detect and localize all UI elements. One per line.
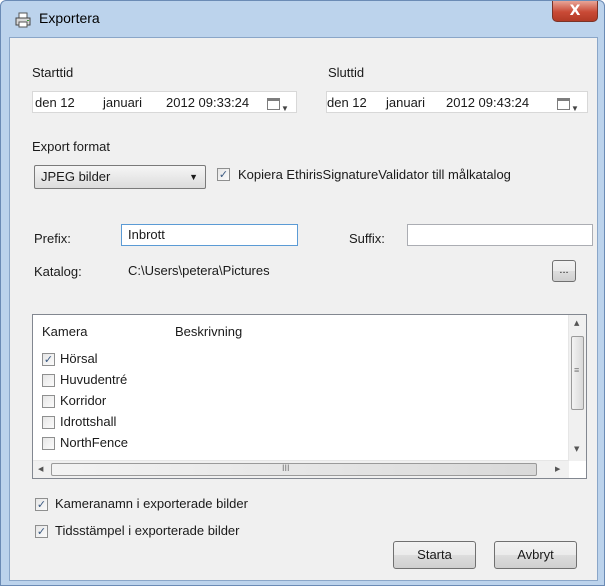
suffix-input[interactable] (407, 224, 593, 246)
export-dialog: Exportera X Starttid den 12 januari 2012… (0, 0, 605, 586)
vertical-scroll-thumb[interactable]: ≡ (571, 336, 584, 410)
horizontal-scroll-thumb[interactable]: III (51, 463, 537, 476)
end-year-time[interactable]: 2012 09:43:24 (446, 92, 529, 114)
copy-validator-label: Kopiera EthirisSignatureValidator till m… (238, 167, 511, 182)
camera-name: Idrottshall (60, 414, 117, 429)
start-button[interactable]: Starta (393, 541, 476, 569)
browse-button[interactable]: ... (552, 260, 576, 282)
start-month[interactable]: januari (103, 92, 142, 114)
catalog-path: C:\Users\petera\Pictures (128, 263, 270, 278)
grip-icon: III (282, 463, 290, 473)
scroll-up-icon[interactable]: ▲ (574, 319, 579, 327)
camera-checkbox[interactable]: ✓ (42, 353, 55, 366)
chevron-down-icon[interactable]: ▼ (281, 98, 289, 120)
dialog-body: Starttid den 12 januari 2012 09:33:24 ▼ … (9, 37, 598, 581)
end-day[interactable]: den 12 (327, 92, 367, 114)
column-header-camera[interactable]: Kamera (42, 324, 88, 339)
vertical-scrollbar[interactable]: ▲ ≡ ▼ (568, 315, 586, 461)
camera-checkbox[interactable] (42, 395, 55, 408)
end-month[interactable]: januari (386, 92, 425, 114)
export-format-select[interactable]: JPEG bilder ▼ (34, 165, 206, 189)
calendar-icon[interactable] (267, 98, 280, 110)
camera-name: Korridor (60, 393, 107, 408)
column-header-description[interactable]: Beskrivning (175, 324, 242, 339)
camera-checkbox[interactable] (42, 437, 55, 450)
catalog-label: Katalog: (34, 264, 82, 279)
end-time-picker[interactable]: den 12 januari 2012 09:43:24 ▼ (326, 91, 588, 113)
end-time-label: Sluttid (328, 65, 365, 80)
start-day[interactable]: den 12 (35, 92, 75, 114)
prefix-input[interactable]: Inbrott (121, 224, 298, 246)
suffix-label: Suffix: (349, 231, 385, 246)
camera-names-checkbox[interactable]: ✓ (35, 498, 48, 511)
printer-icon (15, 12, 31, 28)
timestamp-checkbox[interactable]: ✓ (35, 525, 48, 538)
export-format-value: JPEG bilder (41, 169, 111, 184)
camera-row[interactable]: NorthFence (33, 434, 561, 453)
title-bar[interactable]: Exportera X (1, 1, 604, 37)
export-format-label: Export format (32, 139, 111, 154)
camera-row[interactable]: ✓ Hörsal (33, 350, 561, 369)
prefix-label: Prefix: (34, 231, 71, 246)
camera-name: NorthFence (60, 435, 128, 450)
scroll-down-icon[interactable]: ▼ (574, 445, 579, 453)
start-time-label: Starttid (32, 65, 74, 80)
cancel-button[interactable]: Avbryt (494, 541, 577, 569)
chevron-down-icon[interactable]: ▼ (571, 98, 579, 120)
start-year-time[interactable]: 2012 09:33:24 (166, 92, 249, 114)
chevron-down-icon: ▼ (189, 172, 198, 182)
scroll-left-icon[interactable]: ◀ (38, 465, 43, 473)
close-icon: X (569, 3, 581, 19)
copy-validator-checkbox[interactable]: ✓ (217, 168, 230, 181)
timestamp-label: Tidsstämpel i exporterade bilder (55, 523, 240, 538)
camera-checkbox[interactable] (42, 374, 55, 387)
camera-checkbox[interactable] (42, 416, 55, 429)
camera-list-header: Kamera Beskrivning (33, 315, 586, 339)
scroll-right-icon[interactable]: ▶ (555, 465, 560, 473)
grip-icon: ≡ (574, 365, 580, 375)
start-time-picker[interactable]: den 12 januari 2012 09:33:24 ▼ (32, 91, 297, 113)
camera-name: Huvudentré (60, 372, 128, 387)
horizontal-scrollbar[interactable]: ◀ III ▶ (33, 460, 569, 478)
camera-row[interactable]: Korridor (33, 392, 561, 411)
camera-names-label: Kameranamn i exporterade bilder (55, 496, 248, 511)
camera-name: Hörsal (60, 351, 98, 366)
window-title: Exportera (39, 10, 100, 26)
close-button[interactable]: X (552, 1, 598, 22)
camera-list[interactable]: Kamera Beskrivning ✓ Hörsal Huvudentré K… (32, 314, 587, 479)
camera-row[interactable]: Idrottshall (33, 413, 561, 432)
calendar-icon[interactable] (557, 98, 570, 110)
camera-row[interactable]: Huvudentré (33, 371, 561, 390)
